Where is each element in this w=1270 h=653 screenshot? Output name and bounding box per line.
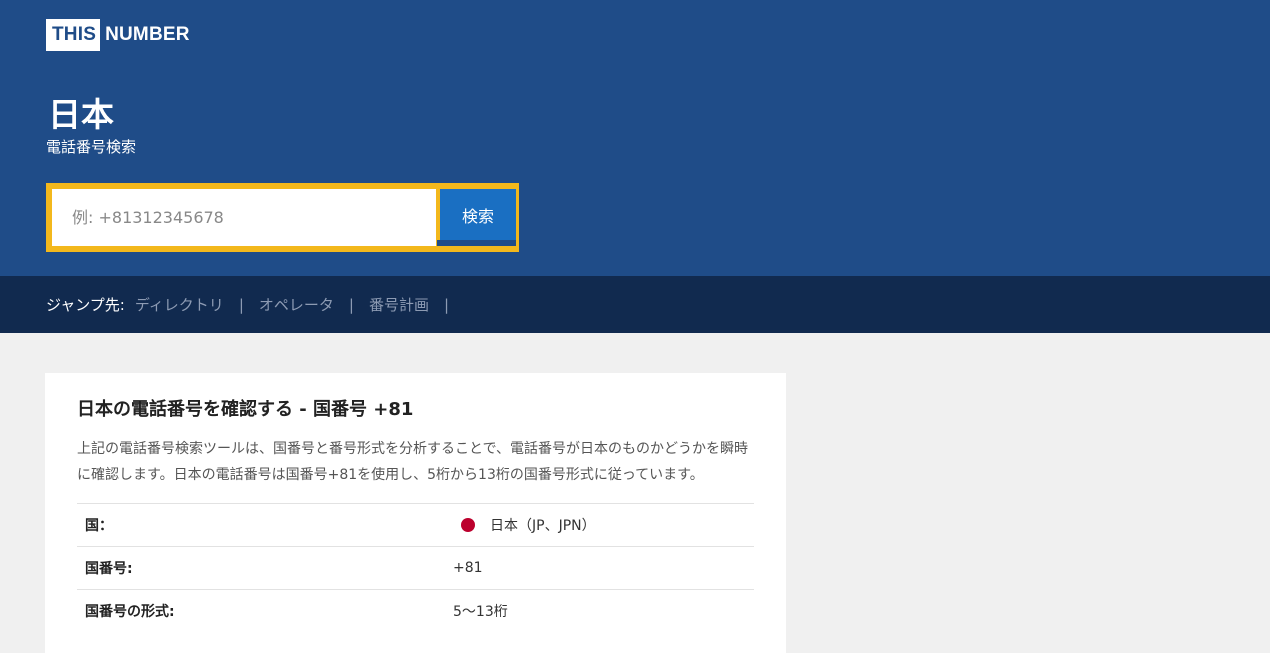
site-logo[interactable]: THIS NUMBER — [46, 19, 190, 51]
page-title: 日本 — [48, 95, 114, 134]
card-heading: 日本の電話番号を確認する - 国番号 +81 — [77, 399, 414, 420]
table-row: 国番号: +81 — [77, 546, 754, 590]
search-button-shadow — [437, 240, 516, 246]
jump-separator: | — [443, 295, 450, 314]
row-value: 5～13桁 — [453, 604, 508, 621]
page-subtitle: 電話番号検索 — [46, 138, 137, 156]
row-key: 国： — [85, 518, 113, 534]
search-button[interactable]: 検索 — [440, 189, 516, 240]
jump-link-numbering-plan[interactable]: 番号計画 — [369, 294, 429, 315]
jump-label: ジャンプ先: — [46, 296, 125, 314]
row-value: +81 — [453, 560, 483, 576]
logo-this: THIS — [46, 19, 101, 51]
hero-header: THIS NUMBER 日本 電話番号検索 検索 — [0, 0, 1270, 276]
logo-number: NUMBER — [105, 24, 190, 45]
table-row: 国： 日本（JP、JPN） — [77, 503, 754, 547]
country-info-table: 国： 日本（JP、JPN） 国番号: +81 国番号の形式: 5～13桁 — [77, 503, 754, 633]
table-row: 国番号の形式: 5～13桁 — [77, 589, 754, 633]
card-description: 上記の電話番号検索ツールは、国番号と番号形式を分析することで、電話番号が日本のも… — [77, 441, 749, 483]
search-form: 検索 — [46, 183, 519, 252]
info-card: 日本の電話番号を確認する - 国番号 +81 上記の電話番号検索ツールは、国番号… — [45, 373, 786, 653]
row-value-country: 日本（JP、JPN） — [453, 504, 754, 547]
jump-separator: | — [348, 295, 354, 314]
row-key: 国番号の形式: — [85, 604, 175, 621]
jump-link-directory[interactable]: ディレクトリ — [135, 294, 224, 315]
phone-search-input[interactable] — [52, 189, 436, 246]
jump-link-operators[interactable]: オペレータ — [259, 294, 334, 315]
row-value: 日本（JP、JPN） — [490, 518, 596, 534]
japan-flag-icon — [461, 518, 475, 532]
row-key: 国番号: — [85, 561, 133, 577]
jump-nav: ジャンプ先: ディレクトリ | オペレータ | 番号計画 | — [0, 276, 1270, 333]
jump-separator: | — [238, 295, 244, 314]
